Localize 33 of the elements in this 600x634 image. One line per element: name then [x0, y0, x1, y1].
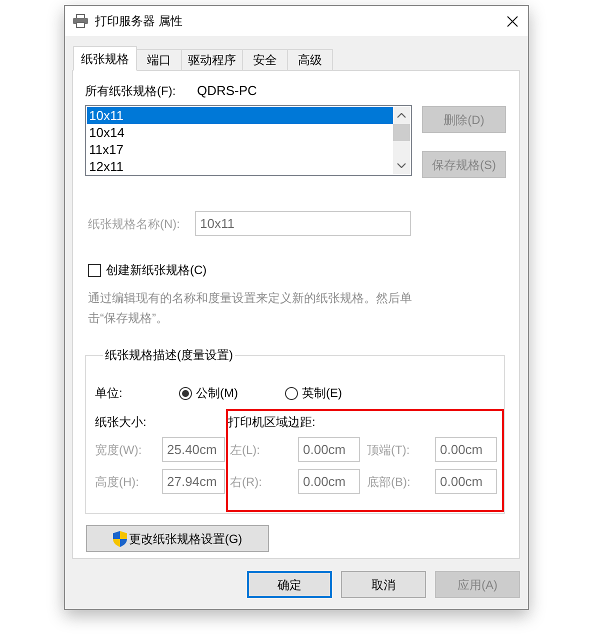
field-label: 顶端(T): — [367, 442, 410, 456]
scrollbar-thumb[interactable] — [393, 124, 410, 141]
change-settings-button[interactable]: 更改纸张规格设置(G) — [86, 525, 269, 552]
dialog-button[interactable]: 确定 — [247, 571, 332, 598]
group-title: 纸张规格描述(度量设置) — [104, 347, 234, 363]
field-label: 右(R): — [230, 474, 262, 488]
field-label: 高度(H): — [95, 474, 139, 488]
radio-button[interactable] — [285, 386, 298, 400]
list-item[interactable]: 10x11 — [87, 107, 393, 124]
field-label: 宽度(W): — [95, 442, 142, 456]
tab[interactable]: 高级 — [287, 49, 333, 71]
radio-label: 英制(E) — [302, 385, 342, 402]
field-label: 纸张规格名称(N): — [88, 216, 180, 230]
tab[interactable]: 纸张规格 — [73, 46, 137, 71]
field-label: 左(L): — [230, 442, 260, 456]
section-title: 纸张大小: — [95, 414, 146, 431]
field-label: 单位: — [95, 386, 122, 400]
checkbox[interactable] — [88, 264, 101, 276]
checkbox-label: 创建新纸张规格(C) — [106, 262, 207, 279]
printer-icon — [73, 14, 88, 28]
shield-icon — [112, 530, 127, 546]
window-title: 打印服务器 属性 — [95, 13, 182, 30]
hint-text: 通过编辑现有的名称和度量设置来定义新的纸张规格。然后单击“保存规格”。 — [88, 290, 413, 327]
section-title: 打印机区域边距: — [228, 414, 316, 431]
computer-name: QDRS-PC — [197, 82, 257, 100]
chevron-down-icon[interactable] — [397, 163, 406, 168]
dialog-button[interactable]: 取消 — [341, 571, 426, 598]
radio-button[interactable] — [179, 386, 192, 400]
close-icon[interactable] — [507, 16, 518, 26]
radio-label: 公制(M) — [196, 385, 238, 402]
list-label: 所有纸张规格(F): — [85, 84, 176, 98]
field-label: 底部(B): — [367, 474, 410, 488]
chevron-up-icon[interactable] — [397, 113, 406, 118]
